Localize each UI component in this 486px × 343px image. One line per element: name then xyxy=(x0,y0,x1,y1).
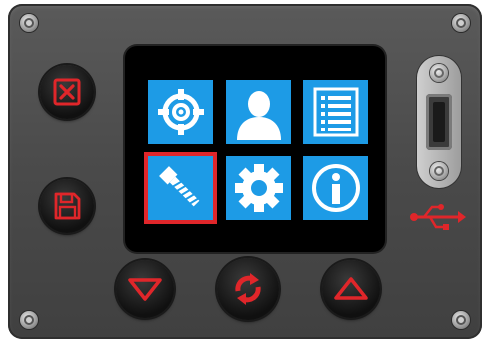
up-button[interactable] xyxy=(322,260,380,318)
menu-tile-user[interactable] xyxy=(226,80,291,144)
screw-icon xyxy=(20,311,38,329)
screw-icon xyxy=(20,14,38,32)
display-screen xyxy=(125,46,385,252)
screw-icon xyxy=(430,162,448,180)
save-button[interactable] xyxy=(40,179,94,233)
triangle-down-icon xyxy=(128,278,162,301)
screw-icon xyxy=(452,311,470,329)
bolt-icon xyxy=(158,166,200,207)
close-box-icon xyxy=(53,78,81,106)
menu-tile-settings[interactable] xyxy=(226,156,291,220)
cancel-button[interactable] xyxy=(40,65,94,119)
menu-tile-tool[interactable] xyxy=(144,152,217,224)
crosshair-icon xyxy=(157,89,204,135)
menu-tile-list[interactable] xyxy=(303,80,368,144)
refresh-button[interactable] xyxy=(217,258,279,320)
usb-slot xyxy=(426,94,452,150)
control-panel xyxy=(8,4,482,339)
menu-tile-target[interactable] xyxy=(148,80,213,144)
list-icon xyxy=(313,87,358,137)
usb-icon xyxy=(410,204,466,230)
triangle-up-icon xyxy=(334,277,368,300)
gear-icon xyxy=(234,164,283,212)
usb-port xyxy=(417,56,461,188)
floppy-disk-icon xyxy=(54,192,81,220)
screw-icon xyxy=(452,14,470,32)
user-icon xyxy=(236,91,281,140)
menu-tile-info[interactable] xyxy=(303,156,368,220)
refresh-icon xyxy=(235,273,261,305)
info-icon xyxy=(311,164,360,212)
down-button[interactable] xyxy=(116,260,174,318)
screw-icon xyxy=(430,64,448,82)
